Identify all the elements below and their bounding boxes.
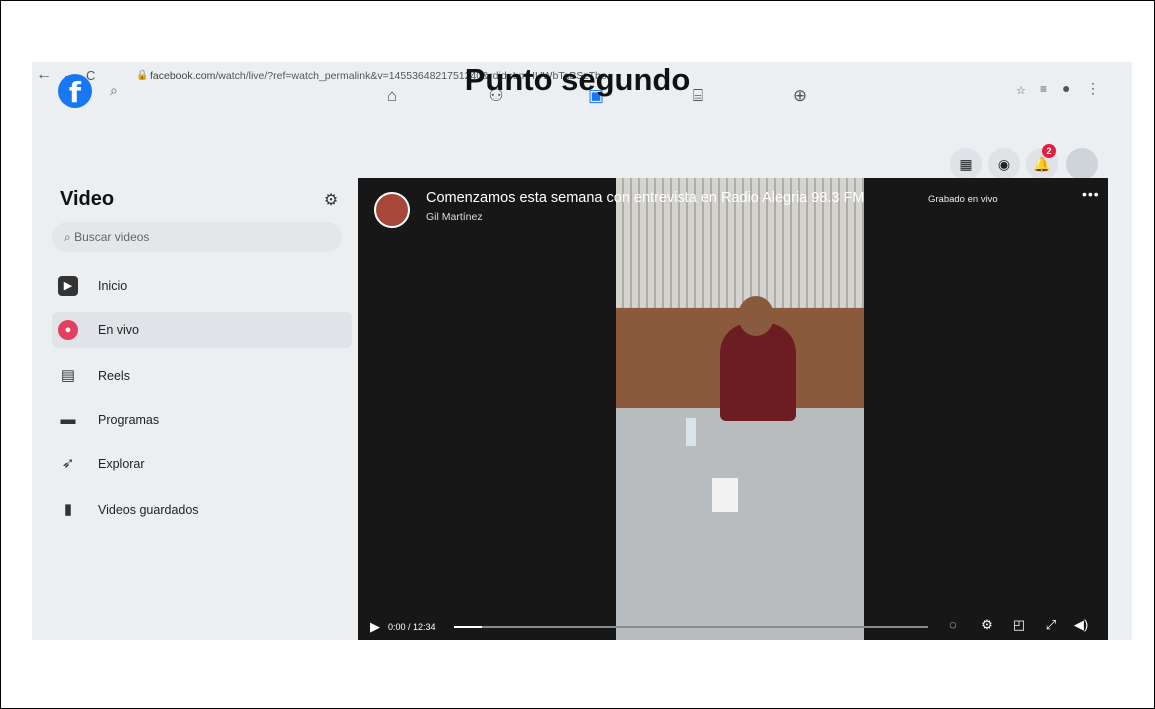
sidebar-item-label: Explorar: [98, 457, 145, 471]
more-options-button[interactable]: •••: [1082, 186, 1100, 202]
play-button[interactable]: ▶: [370, 619, 380, 635]
sidebar-item-inicio[interactable]: ▶ Inicio: [52, 268, 352, 304]
water-bottle: [686, 418, 696, 446]
sidebar-item-en-vivo[interactable]: ● En vivo: [52, 312, 352, 348]
sidebar-item-label: Inicio: [98, 279, 128, 293]
search-placeholder: Buscar videos: [74, 230, 150, 244]
player-controls: ▶ 0:00 / 12:34 ◌ ⚙ ◰ ⤢ ◀): [358, 614, 1108, 640]
account-avatar[interactable]: [1066, 148, 1098, 180]
video-author[interactable]: Gil Martínez: [426, 211, 483, 223]
messenger-icon: ◉: [997, 156, 1011, 172]
microphone: [712, 478, 738, 512]
page-title: Punto segundo: [464, 62, 691, 97]
sidebar-item-programas[interactable]: ▬ Programas: [52, 402, 352, 438]
reels-icon: ▤: [60, 367, 76, 384]
messenger-button[interactable]: ◉: [988, 148, 1020, 180]
fullscreen-icon[interactable]: ⤢: [1042, 617, 1060, 633]
video-player[interactable]: Comenzamos esta semana con entrevista en…: [358, 178, 1108, 640]
notification-badge: 2: [1042, 144, 1056, 158]
sidebar-item-label: Videos guardados: [98, 503, 199, 517]
grid-icon: ▦: [959, 156, 973, 172]
interviewee: [720, 323, 796, 421]
sidebar-title: Video: [60, 188, 115, 210]
recorded-live-label: Grabado en vivo: [928, 194, 998, 205]
table: [616, 408, 864, 640]
volume-icon[interactable]: ◀): [1072, 617, 1090, 633]
sidebar-item-label: En vivo: [98, 323, 139, 337]
author-avatar[interactable]: [374, 192, 410, 228]
menu-grid-button[interactable]: ▦: [950, 148, 982, 180]
settings-gear-icon[interactable]: ⚙: [320, 190, 342, 212]
sidebar-item-explorar[interactable]: ➶ Explorar: [52, 446, 352, 482]
live-icon: ●: [58, 320, 78, 340]
settings-icon[interactable]: ⚙: [978, 617, 996, 633]
sidebar-item-videos-guardados[interactable]: ▮ Videos guardados: [52, 492, 352, 528]
miniplayer-icon[interactable]: ◰: [1010, 617, 1028, 633]
interviewee-head: [738, 296, 774, 336]
bell-icon: 🔔: [1033, 156, 1051, 172]
time-display: 0:00 / 12:34: [388, 622, 436, 632]
sidebar-item-reels[interactable]: ▤ Reels: [52, 358, 352, 394]
sidebar-item-label: Programas: [98, 413, 160, 427]
bookmark-icon: ▮: [63, 501, 73, 518]
clapperboard-icon: ▬: [60, 411, 76, 428]
captions-icon[interactable]: ◌: [944, 617, 962, 632]
video-search-input[interactable]: ⌕ Buscar videos: [52, 222, 342, 252]
video-frame: [616, 178, 864, 640]
screenshot-photo: ← → C 🔒 facebook.com/watch/live/?ref=wat…: [32, 62, 1132, 640]
progress-fill: [454, 626, 483, 628]
play-icon: ▶: [58, 276, 78, 296]
sidebar-item-label: Reels: [98, 369, 130, 383]
progress-bar[interactable]: [454, 626, 928, 628]
rocket-icon: ➶: [61, 455, 75, 472]
video-title: Comenzamos esta semana con entrevista en…: [426, 190, 865, 206]
